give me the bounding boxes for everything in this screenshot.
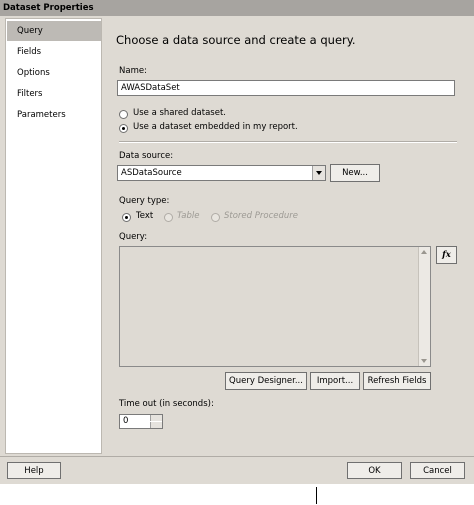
dataset-properties-dialog: Dataset Properties Query Fields Options … — [0, 0, 474, 484]
embedded-dataset-label: Use a dataset embedded in my report. — [133, 122, 298, 132]
dialog-title: Dataset Properties — [0, 0, 474, 16]
nav-item-filters[interactable]: Filters — [7, 84, 101, 104]
query-scrollbar[interactable] — [418, 247, 430, 366]
new-datasource-button[interactable]: New... — [330, 164, 380, 182]
query-page: Choose a data source and create a query.… — [103, 18, 470, 454]
timeout-label: Time out (in seconds): — [119, 399, 214, 409]
timeout-stepper[interactable]: 0 — [119, 414, 163, 429]
querytype-stored-radio — [211, 213, 220, 222]
querytype-label: Query type: — [119, 196, 170, 206]
scroll-up-icon[interactable] — [421, 250, 427, 254]
name-input[interactable]: AWASDataSet — [117, 80, 455, 96]
ok-button[interactable]: OK — [347, 462, 402, 479]
name-label: Name: — [119, 66, 147, 76]
text-cursor — [316, 487, 317, 504]
expression-button[interactable]: fx — [436, 246, 457, 264]
nav-item-fields[interactable]: Fields — [7, 42, 101, 62]
shared-dataset-label: Use a shared dataset. — [133, 108, 226, 118]
nav-item-options[interactable]: Options — [7, 63, 101, 83]
embedded-dataset-radio[interactable] — [119, 124, 128, 133]
querytype-text-radio[interactable] — [122, 213, 131, 222]
cancel-button[interactable]: Cancel — [410, 462, 465, 479]
spin-down-icon[interactable] — [150, 422, 162, 428]
query-designer-button[interactable]: Query Designer... — [225, 372, 307, 390]
nav-item-parameters[interactable]: Parameters — [7, 105, 101, 125]
query-text-area[interactable] — [119, 246, 431, 367]
querytype-text-label: Text — [136, 211, 154, 221]
page-heading: Choose a data source and create a query. — [116, 33, 356, 47]
import-button[interactable]: Import... — [310, 372, 360, 390]
datasource-select[interactable]: ASDataSource — [117, 165, 326, 181]
refresh-fields-button[interactable]: Refresh Fields — [363, 372, 431, 390]
chevron-down-icon[interactable] — [312, 166, 325, 180]
scroll-down-icon[interactable] — [421, 359, 427, 363]
shared-dataset-radio[interactable] — [119, 110, 128, 119]
spin-up-icon[interactable] — [150, 415, 162, 421]
footer-separator — [0, 456, 474, 457]
datasource-label: Data source: — [119, 151, 174, 161]
querytype-stored-label: Stored Procedure — [224, 211, 298, 221]
nav-item-query[interactable]: Query — [7, 21, 101, 41]
querytype-table-label: Table — [177, 211, 200, 221]
query-label: Query: — [119, 232, 148, 242]
help-button[interactable]: Help — [7, 462, 61, 479]
nav-pane: Query Fields Options Filters Parameters — [5, 18, 102, 454]
separator — [119, 141, 457, 143]
datasource-value: ASDataSource — [121, 168, 182, 178]
querytype-table-radio — [164, 213, 173, 222]
timeout-value: 0 — [123, 416, 129, 426]
